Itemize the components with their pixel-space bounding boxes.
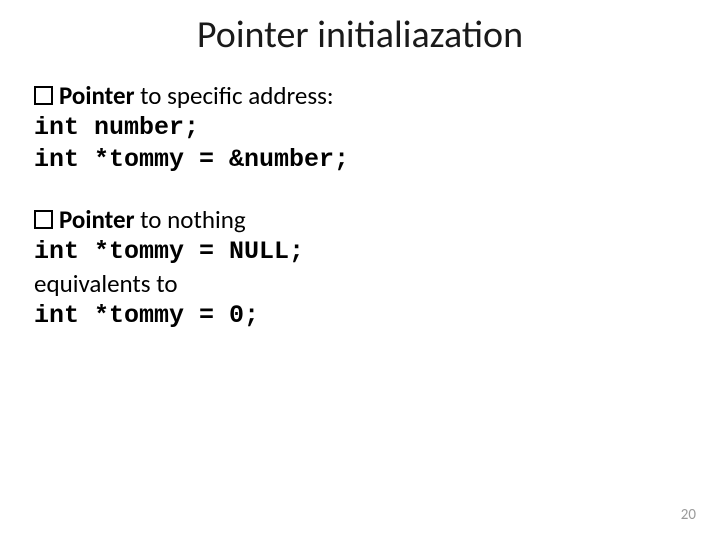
code-line: int number; bbox=[34, 112, 680, 144]
bullet-bold: Pointer bbox=[59, 204, 135, 235]
section-nothing: Pointer to nothing int *tommy = NULL; eq… bbox=[34, 204, 680, 332]
code-line: int *tommy = 0; bbox=[34, 300, 680, 332]
square-bullet-icon bbox=[34, 86, 53, 105]
code-line: int *tommy = &number; bbox=[34, 144, 680, 176]
bullet-rest: to specific address: bbox=[135, 80, 334, 111]
bullet-line: Pointer to nothing bbox=[34, 204, 680, 236]
bullet-bold: Pointer bbox=[59, 80, 135, 111]
bullet-text: Pointer to specific address: bbox=[59, 80, 334, 112]
page-number: 20 bbox=[681, 506, 696, 524]
bullet-rest: to nothing bbox=[135, 204, 246, 235]
bullet-text: Pointer to nothing bbox=[59, 204, 246, 236]
square-bullet-icon bbox=[34, 210, 53, 229]
equiv-text: equivalents to bbox=[34, 268, 680, 300]
slide-title: Pointer initialiazation bbox=[0, 12, 720, 58]
slide-body: Pointer to specific address: int number;… bbox=[34, 80, 680, 360]
code-line: int *tommy = NULL; bbox=[34, 236, 680, 268]
slide: Pointer initialiazation Pointer to speci… bbox=[0, 0, 720, 540]
bullet-line: Pointer to specific address: bbox=[34, 80, 680, 112]
section-specific-address: Pointer to specific address: int number;… bbox=[34, 80, 680, 176]
